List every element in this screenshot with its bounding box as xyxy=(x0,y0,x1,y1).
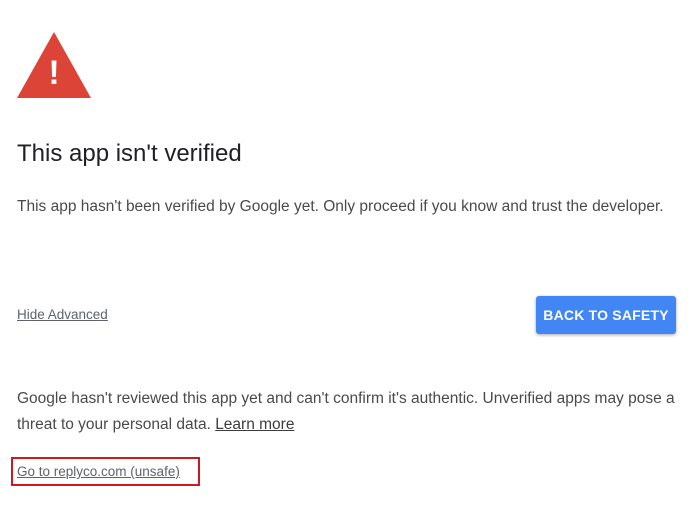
learn-more-link[interactable]: Learn more xyxy=(215,416,294,433)
page-title: This app isn't verified xyxy=(17,140,242,167)
advanced-warning-text: Google hasn't reviewed this app yet and … xyxy=(17,386,677,438)
intro-text: This app hasn't been verified by Google … xyxy=(17,198,664,215)
warning-exclamation: ! xyxy=(48,54,59,92)
hide-advanced-link[interactable]: Hide Advanced xyxy=(17,307,108,322)
proceed-unsafe-link[interactable]: Go to replyco.com (unsafe) xyxy=(17,464,180,479)
warning-triangle-icon: ! xyxy=(17,32,91,98)
back-to-safety-button[interactable]: BACK TO SAFETY xyxy=(536,296,676,334)
advanced-warning-body: Google hasn't reviewed this app yet and … xyxy=(17,390,675,433)
